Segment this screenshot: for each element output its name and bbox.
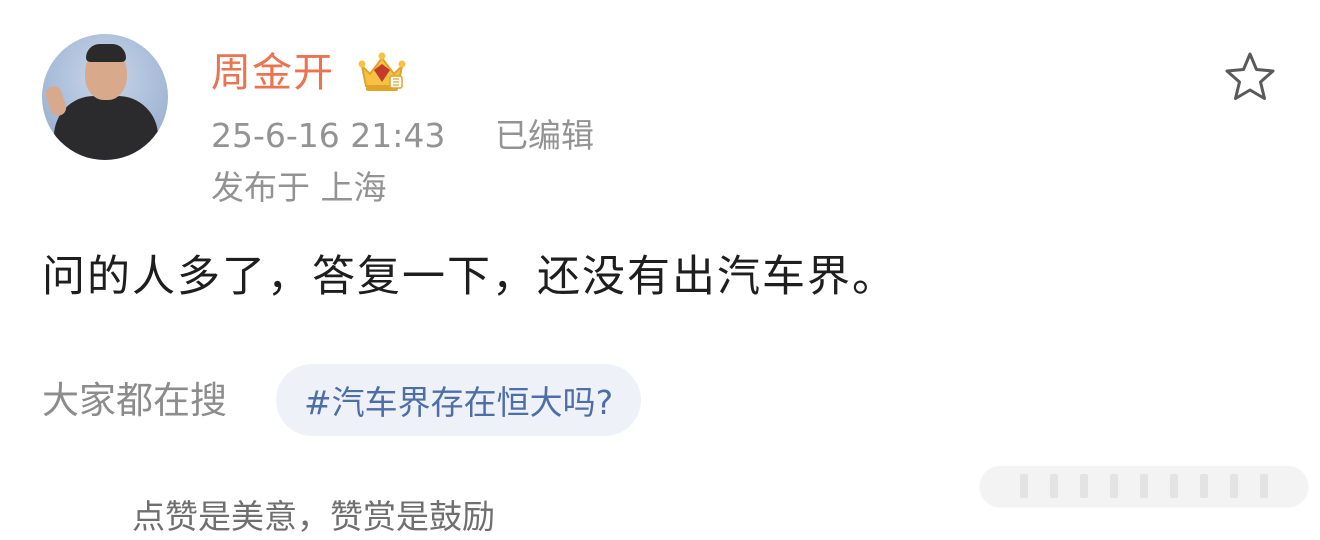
post-location: 发布于 上海	[211, 168, 387, 207]
reward-hint-text: 点赞是美意，赞赏是鼓励	[132, 497, 495, 536]
edited-label[interactable]: 已编辑	[495, 112, 594, 160]
slider-tick	[1170, 474, 1178, 498]
crown-vip-icon	[358, 52, 406, 91]
favorite-star-icon[interactable]	[1222, 50, 1278, 104]
trending-search-label: 大家都在搜	[42, 379, 227, 422]
slider-tick	[1230, 474, 1238, 498]
author-name[interactable]: 周金开	[211, 46, 334, 100]
post-timestamp: 25-6-16 21:43	[211, 116, 446, 155]
slider-tick	[1140, 474, 1148, 498]
author-avatar[interactable]	[42, 34, 168, 160]
trending-search-tag[interactable]: #汽车界存在恒大吗?	[276, 364, 642, 436]
slider-tick	[1110, 474, 1118, 498]
slider-tick	[1080, 474, 1088, 498]
slider-tick	[1050, 474, 1058, 498]
post-content: 问的人多了，答复一下，还没有出汽车界。	[42, 252, 897, 302]
slider-tick	[1020, 474, 1028, 498]
avatar-body-shape	[54, 96, 158, 160]
avatar-hair-shape	[86, 44, 126, 62]
avatar-hand-shape	[43, 84, 69, 118]
slider-tick	[1200, 474, 1208, 498]
slider-tick	[1260, 474, 1268, 498]
reward-slider-handle[interactable]	[980, 466, 1308, 506]
